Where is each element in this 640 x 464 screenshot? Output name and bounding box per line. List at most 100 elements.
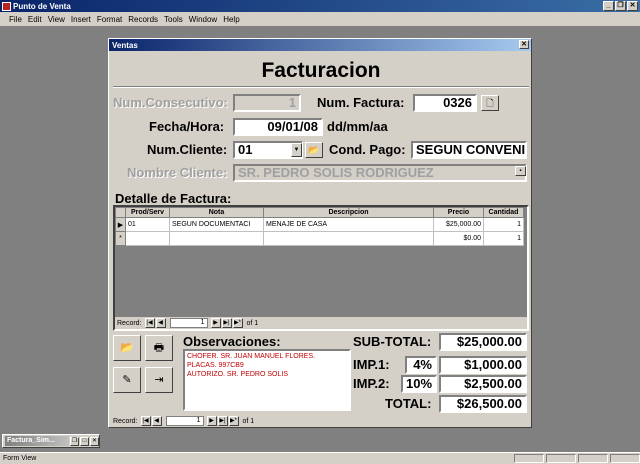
imp1-label: IMP.1: (353, 357, 390, 372)
num-cliente-dropdown-arrow[interactable]: ▼ (291, 143, 302, 157)
observaciones-textarea[interactable]: CHOFER. SR. JUAN MANUEL FLORES. PLACAS. … (183, 349, 351, 411)
app-icon (2, 1, 11, 11)
cell-prod[interactable] (125, 231, 170, 246)
nombre-cliente-label: Nombre Cliente: (127, 165, 228, 180)
date-format-hint: dd/mm/aa (327, 119, 388, 134)
cell-nota[interactable]: SEGUN DOCUMENTACI (169, 217, 264, 232)
prev-record-button[interactable]: ◀ (155, 318, 166, 328)
nombre-cliente-field[interactable]: SR. PEDRO SOLIS RODRIGUEZ (233, 164, 527, 182)
col-nota[interactable]: Nota (169, 207, 264, 218)
num-consecutivo-field[interactable]: 1 (233, 94, 301, 112)
cell-precio[interactable]: $25,000.00 (433, 217, 484, 232)
col-descripcion[interactable]: Descripcion (263, 207, 434, 218)
table-row[interactable]: ▶ 01 SEGUN DOCUMENTACI MENAJE DE CASA $2… (115, 217, 524, 232)
grid-header-row: Prod/Serv Nota Descripcion Precio Cantid… (115, 207, 524, 218)
status-panel (514, 454, 544, 463)
minimized-factura-window[interactable]: Factura_Sim... ❐ □ ✕ (2, 434, 100, 448)
edit-button[interactable]: ✎ (113, 367, 141, 393)
cell-cantidad[interactable]: 1 (483, 217, 524, 232)
subtotal-field[interactable]: $25,000.00 (439, 333, 527, 351)
app-titlebar: Punto de Venta _ ❐ ✕ (0, 0, 640, 12)
fecha-hora-field[interactable]: 09/01/08 (233, 118, 323, 136)
open-client-button[interactable]: 📂 (305, 142, 323, 158)
new-record-button[interactable]: ▶* (232, 318, 243, 328)
observaciones-line: CHOFER. SR. JUAN MANUEL FLORES. (187, 353, 316, 360)
total-field[interactable]: $26,500.00 (439, 395, 527, 413)
detail-grid: Prod/Serv Nota Descripcion Precio Cantid… (115, 207, 524, 246)
last-record-button[interactable]: ▶| (217, 416, 228, 426)
open-button[interactable]: 📂 (113, 335, 141, 361)
preview-button[interactable]: 🗋 (481, 95, 499, 111)
cell-descripcion[interactable] (263, 231, 434, 246)
print-button[interactable]: 🖶 (145, 335, 173, 361)
num-factura-label: Num. Factura: (317, 95, 405, 110)
folder-icon: 📂 (120, 342, 134, 354)
record-number-input[interactable]: 1 (165, 416, 204, 426)
prev-record-button[interactable]: ◀ (151, 416, 162, 426)
next-record-button[interactable]: ▶ (210, 318, 221, 328)
table-row-new[interactable]: * $0.00 1 (115, 231, 524, 246)
cond-pago-field[interactable]: SEGUN CONVENI (411, 141, 527, 159)
observaciones-line: AUTORIZO. SR. PEDRO SOLIS (187, 371, 289, 378)
detalle-factura-label: Detalle de Factura: (115, 191, 232, 206)
col-cantidad[interactable]: Cantidad (483, 207, 524, 218)
new-record-button[interactable]: ▶* (228, 416, 239, 426)
imp2-amount-field[interactable]: $2,500.00 (439, 375, 527, 393)
menu-view[interactable]: View (45, 15, 68, 24)
menu-help[interactable]: Help (220, 15, 242, 24)
menu-window[interactable]: Window (186, 15, 220, 24)
cell-precio[interactable]: $0.00 (433, 231, 484, 246)
close-button[interactable]: ✕ (627, 1, 638, 11)
preview-icon: 🗋 (486, 98, 494, 108)
form-close-button[interactable]: ✕ (519, 40, 529, 49)
maximize-button[interactable]: □ (80, 436, 89, 446)
cell-nota[interactable] (169, 231, 264, 246)
row-selector[interactable]: * (115, 231, 126, 246)
last-record-button[interactable]: ▶| (221, 318, 232, 328)
cell-prod[interactable]: 01 (125, 217, 170, 232)
imp1-amount-field[interactable]: $1,000.00 (439, 356, 527, 374)
menu-edit[interactable]: Edit (25, 15, 45, 24)
num-factura-field[interactable]: 0326 (413, 94, 477, 112)
col-prod-serv[interactable]: Prod/Serv (125, 207, 170, 218)
restore-button[interactable]: ❐ (70, 436, 79, 446)
printer-icon: 🖶 (153, 342, 165, 354)
form-record-nav: Record: |◀ ◀ 1 ▶ ▶| ▶* of 1 (113, 415, 313, 427)
restore-button[interactable]: ❐ (615, 1, 626, 11)
nombre-cliente-scroll[interactable]: ▪ (515, 166, 526, 176)
exit-icon: ⇥ (154, 374, 164, 386)
num-cliente-label: Num.Cliente: (147, 142, 228, 157)
menu-insert[interactable]: Insert (68, 15, 94, 24)
observaciones-label: Observaciones: (183, 334, 281, 349)
menu-file[interactable]: File (6, 15, 25, 24)
next-record-button[interactable]: ▶ (206, 416, 217, 426)
status-text: Form View (3, 455, 37, 462)
detail-subform: Prod/Serv Nota Descripcion Precio Cantid… (113, 205, 529, 331)
first-record-button[interactable]: |◀ (140, 416, 151, 426)
num-consecutivo-label: Num.Consecutivo: (113, 95, 228, 110)
edit-icon: ✎ (122, 374, 132, 386)
total-label: TOTAL: (385, 396, 432, 411)
menu-format[interactable]: Format (94, 15, 125, 24)
menu-records[interactable]: Records (125, 15, 161, 24)
col-precio[interactable]: Precio (433, 207, 484, 218)
imp2-label: IMP.2: (353, 376, 390, 391)
close-button[interactable]: ✕ (90, 436, 99, 446)
cell-cantidad[interactable]: 1 (483, 231, 524, 246)
exit-button[interactable]: ⇥ (145, 367, 173, 393)
row-selector[interactable]: ▶ (115, 217, 126, 232)
subtotal-label: SUB-TOTAL: (353, 334, 432, 349)
first-record-button[interactable]: |◀ (144, 318, 155, 328)
form-titlebar[interactable]: Ventas ✕ (109, 39, 531, 51)
folder-icon: 📂 (308, 145, 320, 155)
menu-tools[interactable]: Tools (161, 15, 186, 24)
observaciones-line: PLACAS. 997CB9 (187, 362, 244, 369)
status-panel (546, 454, 576, 463)
cell-descripcion[interactable]: MENAJE DE CASA (263, 217, 434, 232)
status-panel (578, 454, 608, 463)
imp2-rate-field[interactable]: 10% (401, 375, 437, 393)
minimize-button[interactable]: _ (603, 1, 614, 11)
fecha-hora-label: Fecha/Hora: (149, 119, 225, 134)
record-number-input[interactable]: 1 (169, 318, 208, 328)
imp1-rate-field[interactable]: 4% (405, 356, 437, 374)
